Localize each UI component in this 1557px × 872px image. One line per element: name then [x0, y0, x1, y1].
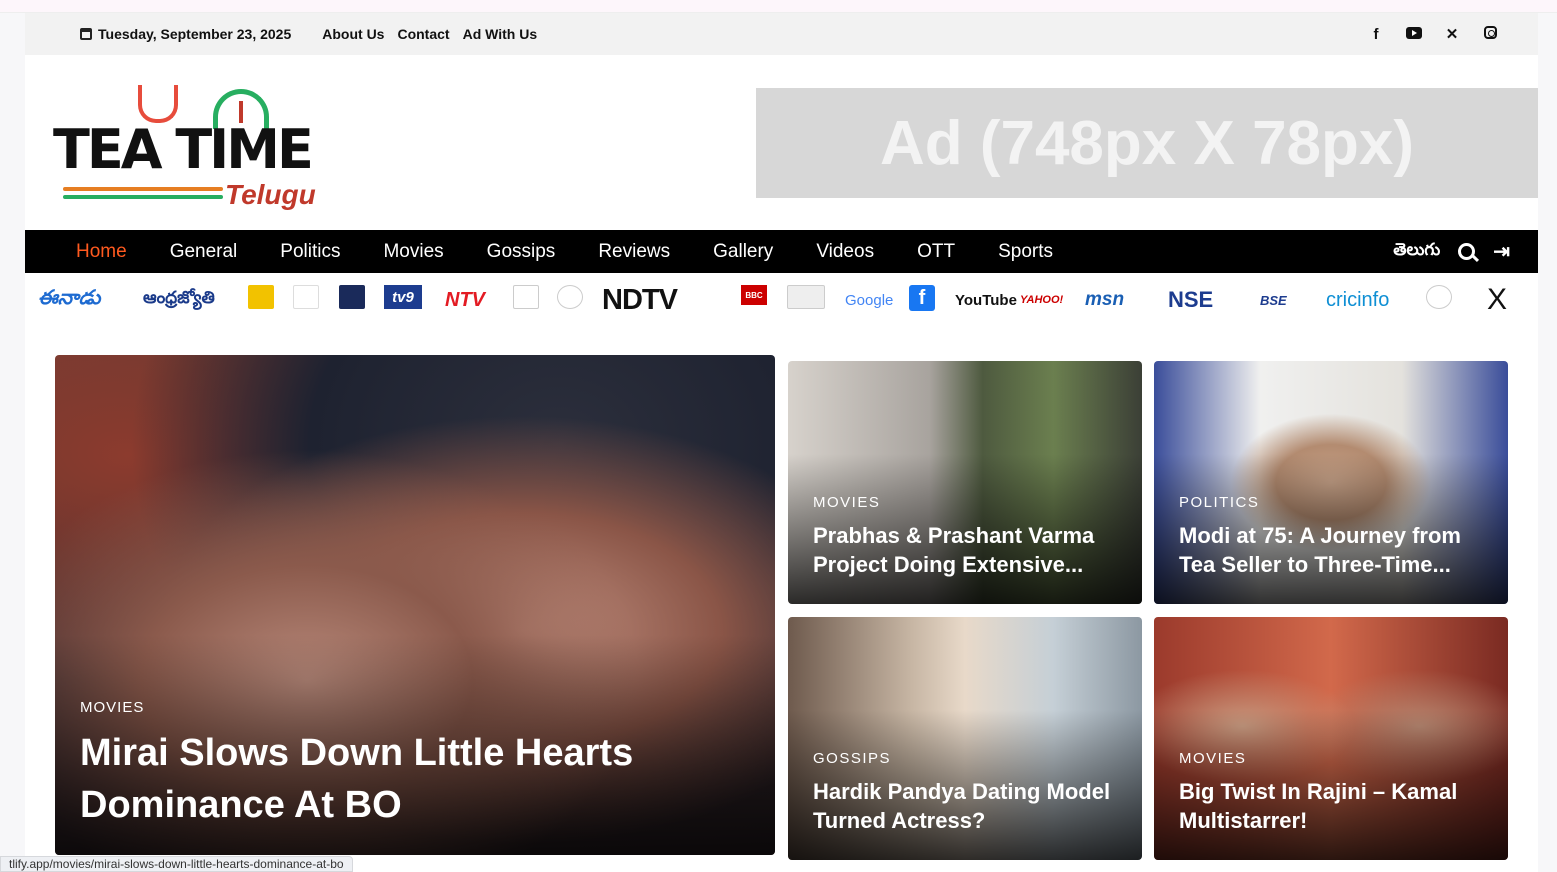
nav-right-tools: తెలుగు ⇥	[1393, 230, 1510, 273]
source-bbc[interactable]: BBC	[741, 285, 767, 305]
card-title[interactable]: Prabhas & Prashant Varma Project Doing E…	[813, 521, 1123, 579]
article-card[interactable]: POLITICS Modi at 75: A Journey from Tea …	[1154, 361, 1508, 604]
ad-with-us-link[interactable]: Ad With Us	[463, 26, 538, 42]
logo-stripe-orange	[63, 187, 223, 191]
source-tv9[interactable]: tv9	[384, 285, 422, 309]
browser-top-strip	[0, 0, 1557, 13]
sign-in-icon[interactable]: ⇥	[1493, 239, 1510, 264]
source-globe-logo[interactable]	[1426, 285, 1452, 309]
calendar-icon	[80, 28, 92, 40]
page-container: Tuesday, September 23, 2025 About Us Con…	[25, 13, 1538, 872]
search-icon[interactable]	[1458, 243, 1476, 260]
x-icon[interactable]: ✕	[1444, 25, 1460, 43]
card-title[interactable]: Big Twist In Rajini – Kamal Multistarrer…	[1179, 777, 1489, 835]
source-andhrajyothy[interactable]: ఆంధ్రజ్యోతి	[143, 285, 215, 315]
card-title[interactable]: Modi at 75: A Journey from Tea Seller to…	[1179, 521, 1489, 579]
source-bse[interactable]: BSE	[1260, 285, 1287, 315]
hero-title[interactable]: Mirai Slows Down Little Hearts Dominance…	[80, 727, 740, 831]
source-the-hindu-logo[interactable]	[787, 285, 825, 309]
social-links: f ✕	[1368, 13, 1498, 55]
card-title[interactable]: Hardik Pandya Dating Model Turned Actres…	[813, 777, 1123, 835]
date-text: Tuesday, September 23, 2025	[98, 26, 292, 42]
source-sakshi-logo[interactable]	[248, 285, 274, 309]
card-category[interactable]: MOVIES	[813, 494, 880, 511]
top-links: About Us Contact Ad With Us	[322, 26, 537, 42]
source-v6-logo[interactable]	[557, 285, 583, 309]
instagram-icon[interactable]	[1482, 25, 1498, 43]
source-abn-logo[interactable]	[513, 285, 539, 309]
article-card[interactable]: MOVIES Prabhas & Prashant Varma Project …	[788, 361, 1142, 604]
ad-banner[interactable]: Ad (748px X 78px)	[756, 88, 1538, 198]
about-us-link[interactable]: About Us	[322, 26, 384, 42]
date-display: Tuesday, September 23, 2025	[80, 26, 291, 42]
source-etv-logo[interactable]	[339, 285, 365, 309]
source-facebook[interactable]: f	[909, 285, 935, 311]
nav-item-general[interactable]: General	[170, 241, 238, 263]
source-news-logo[interactable]	[293, 285, 319, 309]
nav-item-politics[interactable]: Politics	[280, 241, 340, 263]
source-youtube[interactable]: YouTube	[955, 285, 1017, 315]
source-eenadu[interactable]: ఈనాడు	[38, 285, 100, 315]
nav-item-reviews[interactable]: Reviews	[598, 241, 670, 263]
source-nse[interactable]: NSE	[1168, 285, 1213, 315]
nav-item-gossips[interactable]: Gossips	[487, 241, 556, 263]
source-google[interactable]: Google	[845, 285, 893, 315]
youtube-icon[interactable]	[1406, 26, 1422, 43]
article-card[interactable]: GOSSIPS Hardik Pandya Dating Model Turne…	[788, 617, 1142, 860]
source-ntv[interactable]: NTV	[445, 285, 485, 315]
source-yahoo[interactable]: YAHOO!	[1020, 285, 1063, 315]
card-category[interactable]: GOSSIPS	[813, 750, 891, 767]
nav-item-movies[interactable]: Movies	[383, 241, 443, 263]
source-cricinfo[interactable]: cricinfo	[1326, 285, 1389, 315]
nav-item-videos[interactable]: Videos	[816, 241, 874, 263]
article-card[interactable]: MOVIES Big Twist In Rajini – Kamal Multi…	[1154, 617, 1508, 860]
facebook-icon[interactable]: f	[1368, 26, 1384, 43]
source-x[interactable]: X	[1487, 283, 1507, 316]
card-category[interactable]: POLITICS	[1179, 494, 1259, 511]
main-nav: Home General Politics Movies Gossips Rev…	[25, 230, 1538, 273]
site-logo[interactable]: TEA TIME Telugu	[53, 75, 353, 215]
source-ndtv[interactable]: NDTV	[602, 284, 678, 316]
nav-item-ott[interactable]: OTT	[917, 241, 955, 263]
logo-subtitle: Telugu	[225, 179, 316, 210]
nav-item-home[interactable]: Home	[76, 241, 127, 263]
logo-title: TEA TIME	[53, 118, 314, 181]
browser-status-url: tlify.app/movies/mirai-slows-down-little…	[0, 856, 353, 872]
card-category[interactable]: MOVIES	[1179, 750, 1246, 767]
nav-item-sports[interactable]: Sports	[998, 241, 1053, 263]
language-switch[interactable]: తెలుగు	[1393, 240, 1440, 264]
logo-stripe-green	[63, 195, 223, 199]
hero-category[interactable]: MOVIES	[80, 699, 144, 716]
hero-article[interactable]: MOVIES Mirai Slows Down Little Hearts Do…	[55, 355, 775, 855]
contact-link[interactable]: Contact	[397, 26, 449, 42]
nav-item-gallery[interactable]: Gallery	[713, 241, 773, 263]
source-msn[interactable]: msn	[1085, 285, 1124, 315]
news-sources-bar: ఈనాడు ఆంధ్రజ్యోతి tv9 NTV NDTV BBC Googl…	[25, 281, 1538, 319]
top-bar: Tuesday, September 23, 2025 About Us Con…	[25, 13, 1538, 55]
